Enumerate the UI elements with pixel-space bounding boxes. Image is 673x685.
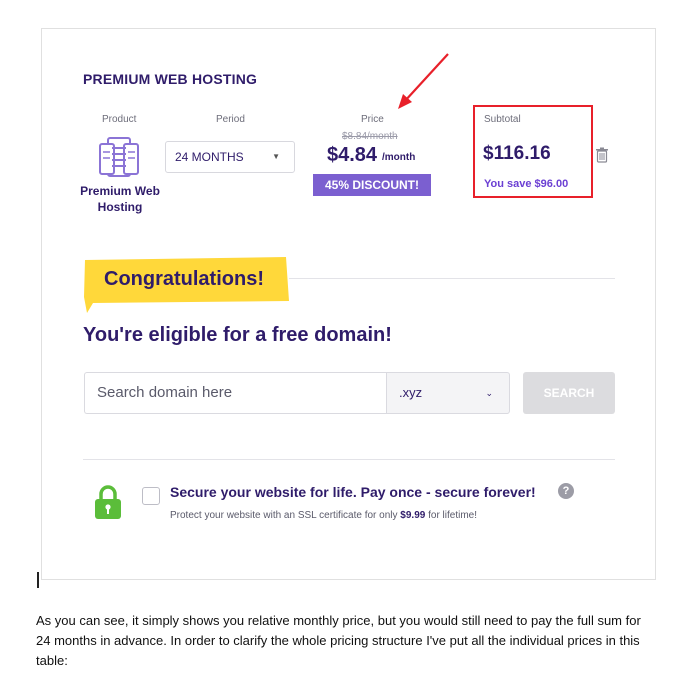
- free-domain-heading: You're eligible for a free domain!: [83, 324, 392, 346]
- congrats-banner: Congratulations!: [104, 268, 264, 290]
- discount-badge: 45% DISCOUNT!: [313, 174, 431, 196]
- ssl-offer-description: Protect your website with an SSL certifi…: [170, 510, 477, 521]
- article-paragraph: As you can see, it simply shows you rela…: [36, 613, 641, 668]
- red-arrow-annotation: [398, 53, 449, 109]
- server-rack-icon: [99, 137, 139, 177]
- chevron-down-icon: ⌄: [485, 388, 493, 398]
- period-select[interactable]: 24 MONTHS ▼: [165, 141, 295, 173]
- column-label-subtotal: Subtotal: [484, 114, 521, 125]
- domain-search-input[interactable]: Search domain here: [84, 372, 386, 414]
- column-label-product: Product: [102, 114, 137, 125]
- question-circle-icon[interactable]: ?: [558, 483, 574, 499]
- product-name: Premium Web Hosting: [80, 184, 160, 214]
- period-select-value: 24 MONTHS: [175, 150, 244, 164]
- ssl-price: $9.99: [400, 510, 426, 521]
- tld-select[interactable]: .xyz ⌄: [386, 372, 510, 414]
- text-cursor: [37, 572, 39, 588]
- column-label-period: Period: [216, 114, 245, 125]
- chevron-down-icon: ▼: [272, 152, 280, 161]
- discounted-price: $4.84: [327, 144, 378, 166]
- ssl-desc-suffix: for lifetime!: [425, 510, 478, 521]
- ssl-offer-title: Secure your website for life. Pay once -…: [170, 484, 536, 500]
- subtotal-value: $116.16: [483, 143, 551, 164]
- per-month-unit: /month: [382, 152, 416, 163]
- section-divider: [83, 459, 615, 460]
- tld-select-value: .xyz: [399, 385, 423, 400]
- plan-title: PREMIUM WEB HOSTING: [83, 71, 258, 87]
- original-price: $8.84/month: [342, 131, 398, 142]
- ssl-checkbox[interactable]: [142, 487, 160, 505]
- column-label-price: Price: [361, 114, 384, 125]
- ssl-desc-prefix: Protect your website with an SSL certifi…: [170, 510, 401, 521]
- trash-icon[interactable]: [595, 147, 609, 163]
- section-divider: [289, 278, 615, 279]
- savings-text: You save $96.00: [484, 178, 569, 190]
- padlock-icon: [95, 485, 121, 519]
- search-button[interactable]: SEARCH: [523, 372, 615, 414]
